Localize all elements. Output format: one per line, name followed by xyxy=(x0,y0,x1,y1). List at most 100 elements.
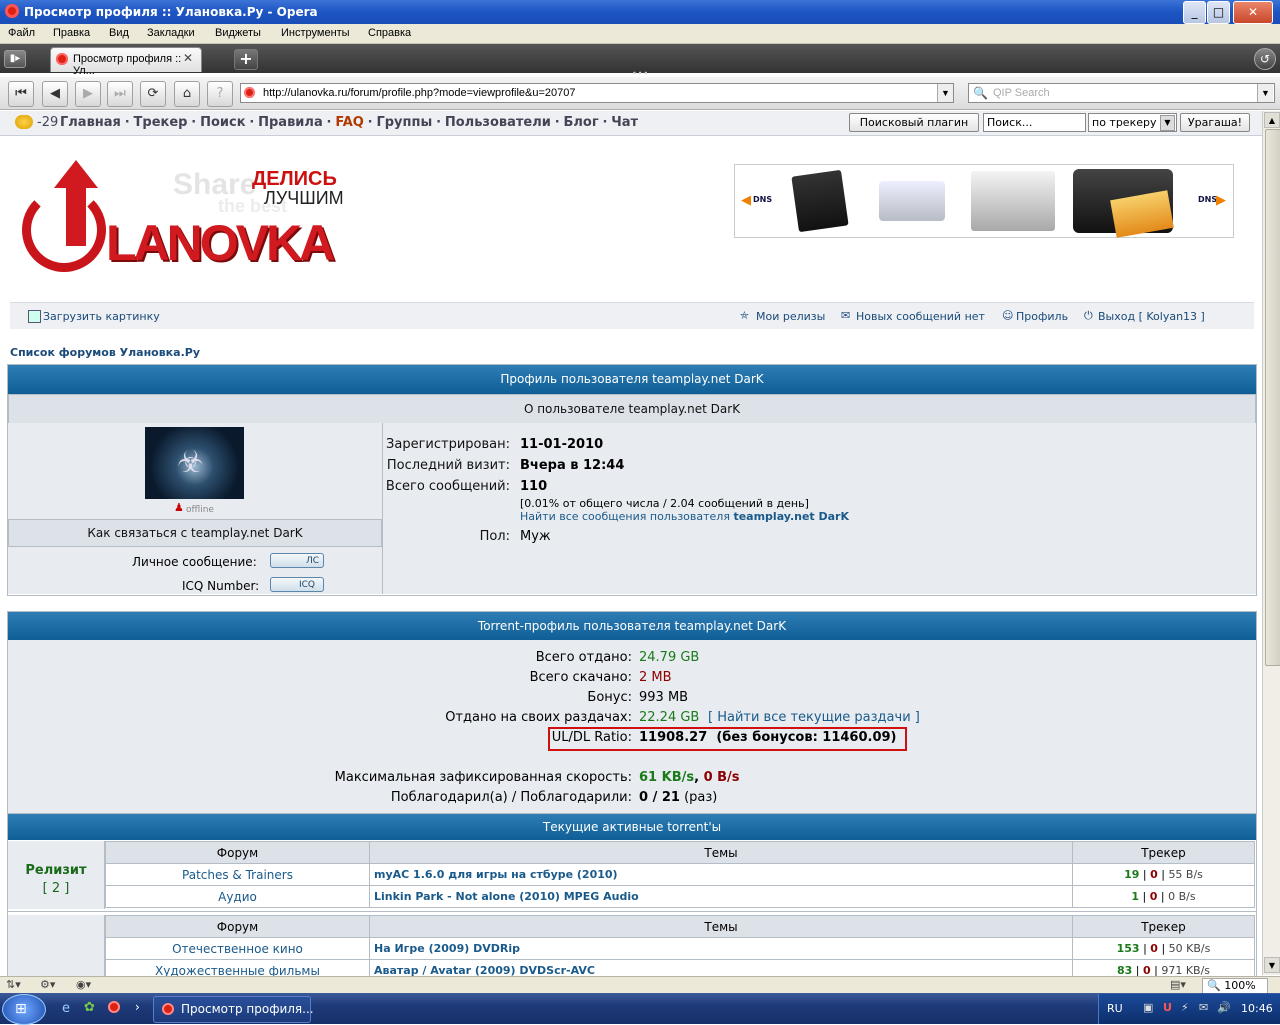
taskbar-task-opera[interactable]: Просмотр профиля... xyxy=(153,996,314,1023)
speed-dial-icon[interactable]: ◉▾ xyxy=(76,978,91,991)
nav-separator: · xyxy=(191,115,197,130)
search-field[interactable]: 🔍 QIP Search ▼ xyxy=(968,83,1275,103)
transfers-icon[interactable]: ⇅▾ xyxy=(6,978,21,991)
topic-link[interactable]: Аватар / Avatar (2009) DVDScr-AVC xyxy=(369,959,1073,976)
forum-link[interactable]: Patches & Trainers xyxy=(105,863,370,886)
tab-close-icon[interactable]: ✕ xyxy=(183,51,193,65)
tracker-stats: 1 | 0 | 0 B/s xyxy=(1072,885,1255,908)
forum-link[interactable]: Отечественное кино xyxy=(105,937,370,960)
zoom-select[interactable]: 🔍 100% xyxy=(1202,978,1268,994)
upload-icon xyxy=(28,310,41,323)
panel-toggle-icon[interactable]: ▮▸ xyxy=(4,50,26,68)
nav-users[interactable]: Пользователи xyxy=(445,115,551,130)
new-tab-button[interactable]: + xyxy=(234,49,258,70)
closed-tabs-icon[interactable]: ↺ xyxy=(1254,48,1276,70)
volume-icon[interactable]: 🔊 xyxy=(1217,1001,1231,1014)
find-posts-link[interactable]: Найти все сообщения пользователя teampla… xyxy=(520,510,849,523)
home-icon[interactable]: ⌂ xyxy=(174,81,200,107)
breadcrumb[interactable]: Список форумов Улановка.Ру xyxy=(10,346,200,359)
network-icon[interactable]: ⚙▾ xyxy=(40,978,55,991)
nav-groups[interactable]: Группы xyxy=(376,115,432,130)
tracker-stats: 19 | 0 | 55 B/s xyxy=(1072,863,1255,886)
rewind-icon[interactable]: ⏮ xyxy=(8,81,34,107)
reload-icon[interactable]: ⟳ xyxy=(140,81,166,107)
search-plugin-button[interactable]: Поисковый плагин xyxy=(849,113,979,132)
back-icon[interactable]: ◀ xyxy=(42,81,68,107)
ulanovka-tray-icon[interactable]: U xyxy=(1163,1001,1172,1014)
menu-edit[interactable]: Правка xyxy=(53,27,90,39)
nav-faq[interactable]: FAQ xyxy=(335,115,364,130)
icq-button[interactable]: ICQ xyxy=(270,577,324,592)
col-tracker: Трекер xyxy=(1072,841,1255,864)
menu-file[interactable]: Файл xyxy=(8,27,35,39)
tray-icon-4[interactable]: ✉ xyxy=(1199,1001,1208,1014)
search-scope-select[interactable]: по трекеру ▼ xyxy=(1088,113,1177,132)
scroll-up-icon[interactable]: ▲ xyxy=(1264,112,1280,128)
nav-rules[interactable]: Правила xyxy=(258,115,323,130)
close-button[interactable]: ✕ xyxy=(1233,1,1273,24)
menu-tools[interactable]: Инструменты xyxy=(281,27,350,39)
pm-button[interactable]: ЛС xyxy=(270,553,324,568)
logout-link[interactable]: Выход [ Kolyan13 ] xyxy=(1098,310,1205,323)
address-field[interactable]: http://ulanovka.ru/forum/profile.php?mod… xyxy=(240,83,954,103)
profile-panel: Профиль пользователя teamplay.net DarK О… xyxy=(7,364,1257,596)
menu-help[interactable]: Справка xyxy=(368,27,411,39)
banner-next-arrow-icon[interactable]: ▶ xyxy=(1216,193,1226,208)
messages-link[interactable]: Новых сообщений нет xyxy=(856,310,985,323)
view-icon[interactable]: ▤▾ xyxy=(1170,978,1186,991)
quicklaunch-opera-icon[interactable] xyxy=(108,1001,120,1013)
vertical-scrollbar[interactable]: ▲ ▼ xyxy=(1262,111,1280,975)
banner-prev-arrow-icon[interactable]: ◀ xyxy=(741,193,751,208)
nav-tracker[interactable]: Трекер xyxy=(134,115,188,130)
logout-icon: ⏻ xyxy=(1084,309,1093,322)
minimize-button[interactable]: _ xyxy=(1183,1,1206,24)
start-button[interactable]: ⊞ xyxy=(2,994,46,1025)
forum-link[interactable]: Аудио xyxy=(105,885,370,908)
nav-blog[interactable]: Блог xyxy=(564,115,599,130)
find-posts-user: teamplay.net DarK xyxy=(733,510,850,523)
quicklaunch-more-icon[interactable]: › xyxy=(135,1000,140,1014)
my-releases-link[interactable]: Мои релизы xyxy=(756,310,825,323)
fast-forward-icon[interactable]: ⏭ xyxy=(107,81,133,107)
menu-bookmarks[interactable]: Закладки xyxy=(147,27,195,39)
seeders: 153 xyxy=(1116,942,1140,955)
site-search-input[interactable]: Поиск... xyxy=(983,113,1086,132)
tab-profile[interactable]: Просмотр профиля :: Ул... ✕ xyxy=(50,47,202,77)
nav-separator: · xyxy=(602,115,608,130)
topic-link[interactable]: На Игре (2009) DVDRip xyxy=(369,937,1073,960)
site-logo[interactable]: Share the best ДЕЛИСЬ ЛУЧШИМ LANOVKA xyxy=(18,158,358,288)
quicklaunch-ie-icon[interactable]: e xyxy=(62,1001,70,1016)
quicklaunch-qip-icon[interactable]: ✿ xyxy=(84,1000,95,1015)
profile-link[interactable]: Профиль xyxy=(1016,310,1068,323)
torrent-header: Torrent-профиль пользователя teamplay.ne… xyxy=(8,612,1256,640)
forum-link[interactable]: Художественные фильмы xyxy=(105,959,370,976)
table-row: Patches & Trainers myAC 1.6.0 для игры н… xyxy=(105,863,1255,886)
topic-link[interactable]: Linkin Park - Not alone (2010) MPEG Audi… xyxy=(369,885,1073,908)
network-tray-icon[interactable]: ▣ xyxy=(1143,1001,1153,1014)
scroll-down-icon[interactable]: ▼ xyxy=(1264,957,1280,973)
ratio-label: UL/DL Ratio: xyxy=(551,730,632,745)
nav-chat[interactable]: Чат xyxy=(611,115,638,130)
search-dropdown-icon[interactable]: ▼ xyxy=(1257,84,1273,102)
menu-widgets[interactable]: Виджеты xyxy=(215,27,261,39)
menu-view[interactable]: Вид xyxy=(109,27,129,39)
nav-separator: · xyxy=(326,115,332,130)
window-title: Просмотр профиля :: Улановка.Ру - Opera xyxy=(24,5,318,19)
upload-link[interactable]: Загрузить картинку xyxy=(43,310,160,323)
nav-home[interactable]: Главная xyxy=(60,115,121,130)
logo-tagline-2: ЛУЧШИМ xyxy=(264,188,344,208)
tray-icon-3[interactable]: ⚡ xyxy=(1181,1001,1189,1014)
language-indicator[interactable]: RU xyxy=(1107,1002,1123,1015)
ad-banner[interactable]: ◀ DNS DNS ▶ xyxy=(734,164,1234,238)
nav-search[interactable]: Поиск xyxy=(200,115,245,130)
forward-icon[interactable]: ▶ xyxy=(75,81,101,107)
address-dropdown-icon[interactable]: ▼ xyxy=(937,84,953,102)
wand-icon[interactable]: ? xyxy=(207,81,233,107)
maximize-button[interactable]: □ xyxy=(1207,1,1230,24)
temperature: -29 xyxy=(37,115,59,130)
speed: 0 B/s xyxy=(1168,890,1196,903)
topic-link[interactable]: myAC 1.6.0 для игры на стбуре (2010) xyxy=(369,863,1073,886)
search-go-button[interactable]: Урагаша! xyxy=(1180,113,1250,132)
own-releases-link[interactable]: [ Найти все текущие раздачи ] xyxy=(708,710,920,725)
scroll-thumb[interactable] xyxy=(1265,129,1280,666)
